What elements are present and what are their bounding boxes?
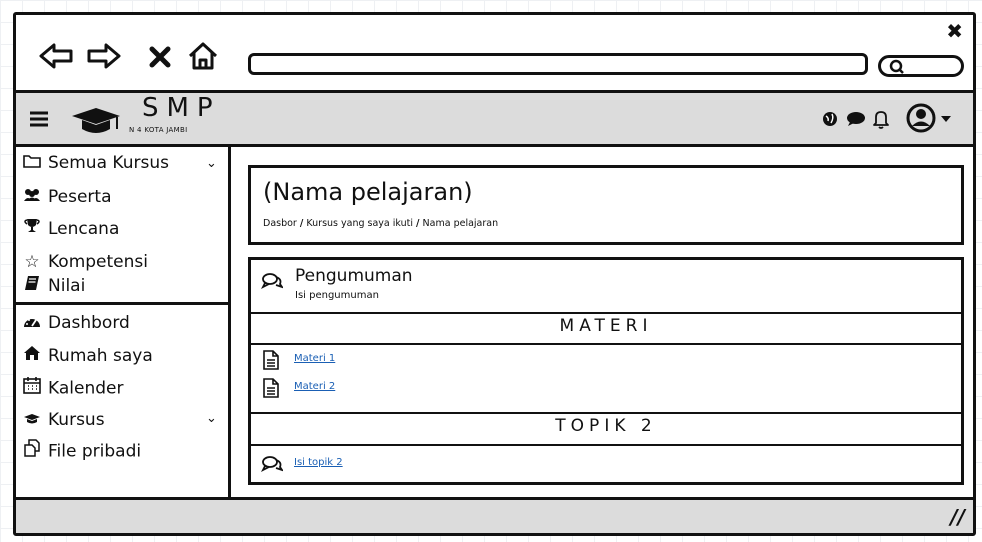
breadcrumb-separator: / [299,218,304,229]
forward-arrow-icon[interactable] [84,41,122,71]
globe-icon[interactable] [822,111,838,127]
sidebar-item-label: Kompetensi [48,252,148,272]
section-heading-materi: MATERI [559,316,653,336]
sidebar-item-kursus[interactable]: Kursus [22,408,105,432]
topic-link[interactable]: Isi topik 2 [294,457,343,468]
sidebar-item-label: Lencana [48,219,120,239]
chevron-down-icon[interactable]: ⌄ [206,411,217,426]
close-window-icon[interactable]: ✖ [946,21,963,41]
logo-subtitle: N 4 KOTA JAMBI [129,126,188,134]
user-avatar-icon[interactable] [906,103,936,133]
forum-icon [261,456,283,473]
dashboard-icon [22,311,42,335]
announcement-subtitle: Isi pengumuman [295,290,379,301]
section-divider [251,444,961,446]
sidebar-item-label: Nilai [48,276,86,296]
breadcrumb-separator: / [416,218,420,229]
section-heading-topik-2: TOPIK 2 [555,416,657,436]
sidebar-item-semua-kursus[interactable]: Semua Kursus [22,151,169,175]
chevron-down-icon[interactable]: ⌄ [206,156,217,171]
sidebar: Semua Kursus ⌄ Peserta Lencana ☆ Kompeten… [16,147,231,503]
hamburger-menu-icon[interactable] [28,109,50,129]
breadcrumb: Dasbor / Kursus yang saya ikuti / Nama p… [263,218,498,229]
course-header-card: (Nama pelajaran) Dasbor / Kursus yang sa… [248,165,964,245]
folder-icon [22,151,42,175]
course-content-card: Pengumuman Isi pengumuman MATERI Materi … [248,257,964,485]
star-icon: ☆ [24,252,40,272]
page-title: (Nama pelajaran) [263,178,473,206]
stop-icon[interactable] [148,41,172,71]
home-icon [22,344,42,368]
files-icon [22,439,42,464]
address-bar[interactable] [248,53,868,75]
sidebar-item-peserta[interactable]: Peserta [22,185,112,209]
calendar-icon [22,376,42,401]
browser-toolbar: ✖ [16,15,973,93]
section-divider [251,412,961,414]
browser-window: ✖ SMP N 4 KOTA JAMBI Semua Kursus ⌄ Pese… [13,12,976,536]
logo-text: SMP [142,93,221,123]
sidebar-item-kompetensi[interactable]: ☆ Kompetensi [22,250,148,274]
sidebar-item-label: File pribadi [48,441,142,462]
sidebar-item-file-pribadi[interactable]: File pribadi [22,439,141,463]
sidebar-item-label: Kursus [48,410,105,430]
sidebar-item-label: Semua Kursus [48,153,169,173]
document-icon [263,378,279,398]
search-icon [889,59,904,74]
user-menu-caret-icon[interactable] [940,115,952,123]
graduation-cap-icon [22,408,42,432]
sidebar-item-label: Rumah saya [48,346,153,366]
home-nav-icon[interactable] [186,41,220,71]
bell-icon[interactable] [872,109,890,129]
graduation-cap-logo-icon [72,108,120,133]
section-divider [251,343,961,345]
sidebar-item-label: Kalender [48,378,124,399]
materi-link[interactable]: Materi 2 [294,381,335,392]
main-content: (Nama pelajaran) Dasbor / Kursus yang sa… [231,147,973,503]
announcement-link[interactable]: Pengumuman [295,266,413,286]
sidebar-item-rumah-saya[interactable]: Rumah saya [22,344,153,368]
resize-handle-icon[interactable]: // [950,505,965,529]
document-icon [263,350,279,370]
sidebar-item-nilai[interactable]: Nilai [22,274,85,298]
chat-icon[interactable] [846,111,866,127]
materi-link[interactable]: Materi 1 [294,353,335,364]
sidebar-divider [16,302,228,305]
browser-search-box[interactable] [878,55,964,77]
sidebar-item-label: Peserta [48,187,112,207]
forum-icon [261,273,283,290]
app-header: SMP N 4 KOTA JAMBI [16,93,973,147]
book-icon [22,274,42,298]
sidebar-item-label: Dashbord [48,313,130,333]
status-bar: // [16,497,973,533]
users-icon [22,185,42,209]
breadcrumb-item[interactable]: Kursus yang saya ikuti [306,218,413,229]
breadcrumb-item[interactable]: Dasbor [263,218,297,229]
back-arrow-icon[interactable] [38,41,76,71]
sidebar-item-dashbord[interactable]: Dashbord [22,311,130,335]
trophy-icon [22,217,42,241]
section-divider [251,312,961,314]
breadcrumb-item: Nama pelajaran [422,218,499,229]
sidebar-item-lencana[interactable]: Lencana [22,217,119,241]
sidebar-item-kalender[interactable]: Kalender [22,376,123,400]
